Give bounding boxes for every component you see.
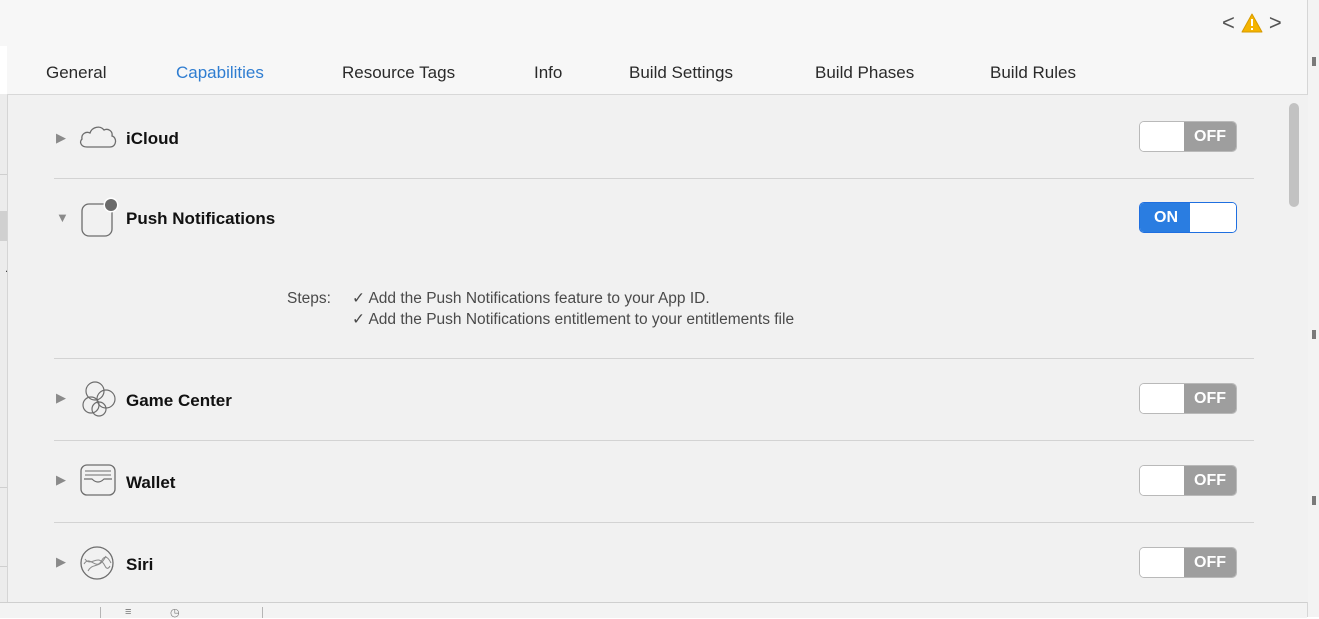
wallet-toggle[interactable]: OFF — [1139, 465, 1237, 496]
back-arrow-icon[interactable]: < — [1222, 12, 1235, 34]
disclosure-triangle-icon[interactable]: ▶ — [56, 130, 66, 146]
capability-title: Wallet — [126, 473, 176, 492]
siri-toggle[interactable]: OFF — [1139, 547, 1237, 578]
game-center-icon — [82, 381, 116, 417]
toolbar-separator — [262, 607, 263, 618]
tab-build-settings[interactable]: Build Settings — [629, 63, 733, 83]
edge-marker — [1312, 496, 1316, 505]
icloud-toggle[interactable]: OFF — [1139, 121, 1237, 152]
toggle-knob — [1140, 384, 1187, 413]
cloud-icon — [80, 126, 117, 148]
tab-info[interactable]: Info — [534, 63, 562, 83]
capability-title: Siri — [126, 555, 154, 574]
push-notifications-icon — [81, 197, 119, 237]
disclosure-triangle-icon[interactable]: ▼ — [56, 210, 69, 225]
tab-build-phases[interactable]: Build Phases — [815, 63, 914, 83]
toggle-knob — [1190, 203, 1236, 232]
gutter-separator — [0, 566, 7, 567]
editor-tab-bar: General Capabilities Resource Tags Info … — [7, 46, 1307, 95]
tab-build-rules[interactable]: Build Rules — [990, 63, 1076, 83]
filter-icon[interactable]: ≡ — [125, 606, 131, 618]
toolbar-separator — [100, 607, 101, 618]
game-center-toggle[interactable]: OFF — [1139, 383, 1237, 414]
navigator-selection[interactable] — [0, 211, 7, 241]
tab-resource-tags[interactable]: Resource Tags — [342, 63, 455, 83]
capability-row-icloud: ▶ iCloud OFF — [54, 95, 1254, 177]
checkmark-icon: ✓ — [352, 290, 365, 307]
step-item: ✓ Add the Push Notifications entitlement… — [352, 309, 794, 330]
toggle-knob — [1140, 122, 1187, 151]
capability-row-wallet: ▶ Wallet OFF — [54, 441, 1254, 521]
capability-title: iCloud — [126, 129, 179, 148]
gutter-separator — [0, 174, 7, 175]
step-text: Add the Push Notifications feature to yo… — [368, 290, 710, 307]
warning-triangle-icon[interactable] — [1241, 13, 1263, 33]
capability-row-game-center: ▶ Game Center OFF — [54, 359, 1254, 439]
vertical-scrollbar[interactable] — [1289, 103, 1299, 207]
toggle-label: OFF — [1184, 466, 1236, 495]
capability-row-push-notifications: ▼ Push Notifications ON Steps: ✓ Add the… — [54, 179, 1254, 357]
navigation-arrows: < > — [1222, 10, 1282, 36]
disclosure-triangle-icon[interactable]: ▶ — [56, 554, 66, 570]
tab-capabilities[interactable]: Capabilities — [176, 63, 264, 83]
capability-row-siri: ▶ Siri OFF — [54, 523, 1254, 602]
toggle-knob — [1140, 466, 1187, 495]
edge-marker — [1312, 57, 1316, 66]
steps-label: Steps: — [287, 290, 331, 307]
toggle-label: OFF — [1184, 384, 1236, 413]
disclosure-triangle-icon[interactable]: ▶ — [56, 472, 66, 488]
right-inspector-edge — [1307, 0, 1319, 617]
capability-title: Game Center — [126, 391, 232, 410]
edge-marker — [1312, 330, 1316, 339]
recent-icon[interactable]: ◷ — [170, 606, 180, 619]
disclosure-triangle-icon[interactable]: ▶ — [56, 390, 66, 406]
toggle-label: OFF — [1184, 548, 1236, 577]
gutter-separator — [0, 487, 7, 488]
navigator-edge: .. — [0, 94, 12, 617]
toggle-label: ON — [1140, 203, 1192, 232]
toggle-label: OFF — [1184, 122, 1236, 151]
window-top-bar: < > — [0, 0, 1319, 46]
checkmark-icon: ✓ — [352, 311, 365, 328]
siri-icon — [80, 546, 114, 580]
step-item: ✓ Add the Push Notifications feature to … — [352, 288, 710, 309]
capability-title: Push Notifications — [126, 209, 276, 228]
wallet-icon — [80, 464, 116, 496]
capabilities-pane: ▶ iCloud OFF ▼ Push Notifications ON Ste… — [7, 95, 1308, 602]
tab-general[interactable]: General — [46, 63, 106, 83]
toggle-knob — [1140, 548, 1187, 577]
push-notifications-toggle[interactable]: ON — [1139, 202, 1237, 233]
bottom-toolbar: ≡ ◷ — [0, 602, 1307, 619]
forward-arrow-icon[interactable]: > — [1269, 12, 1282, 34]
step-text: Add the Push Notifications entitlement t… — [368, 311, 795, 328]
